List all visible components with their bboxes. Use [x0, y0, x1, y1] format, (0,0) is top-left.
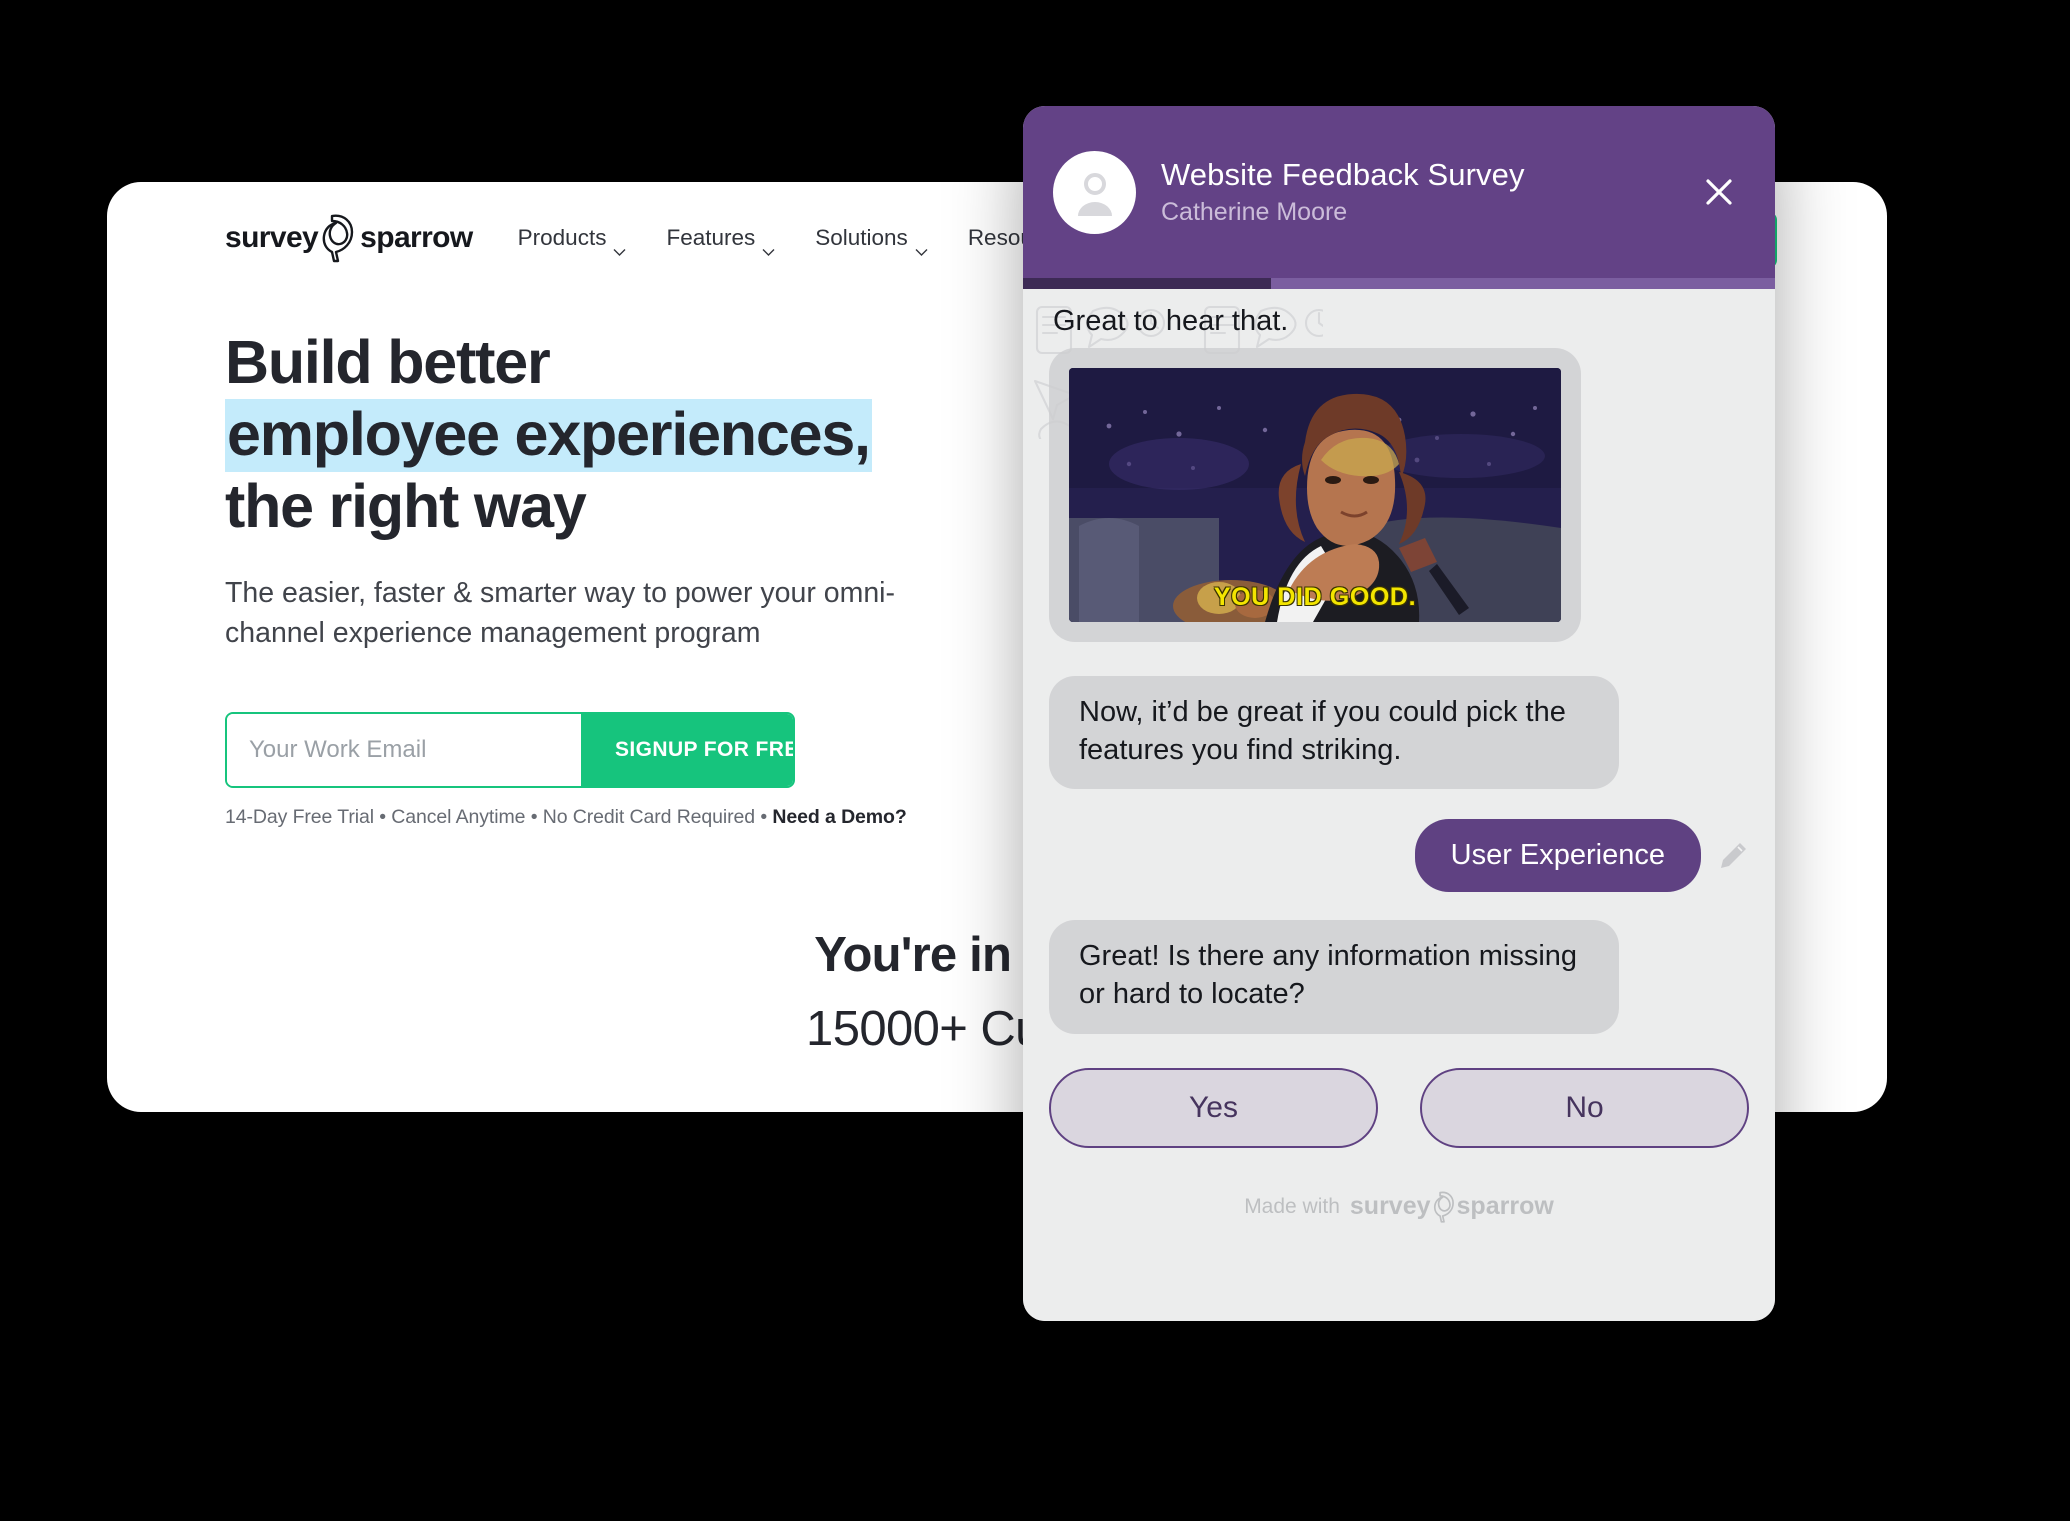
chat-choice-buttons: Yes No: [1049, 1067, 1749, 1148]
made-with-surveysparrow-footer: Made with survey sparrow: [1049, 1190, 1749, 1224]
chevron-down-icon: [762, 236, 775, 256]
made-with-label: Made with: [1244, 1194, 1340, 1218]
reaction-gif: YOU DID GOOD.: [1069, 368, 1561, 622]
chat-respondent-name: Catherine Moore: [1161, 198, 1348, 226]
sparrow-bird-logo-icon: [1431, 1190, 1457, 1224]
surveysparrow-logo[interactable]: survey sparrow: [225, 208, 473, 268]
nav-item-solutions-label: Solutions: [815, 225, 908, 250]
screenshot-stage: survey sparrow Products Features Solutio…: [0, 0, 2070, 1521]
nav-item-products-label: Products: [517, 225, 607, 250]
logo-text-sparrow: sparrow: [360, 221, 473, 254]
nav-item-features[interactable]: Features: [666, 225, 775, 256]
chat-message-bot-missing-info: Great! Is there any information missing …: [1049, 920, 1619, 1034]
choice-button-no[interactable]: No: [1420, 1067, 1749, 1148]
sparrow-bird-logo-icon: [318, 212, 358, 264]
footer-brand-sparrow: sparrow: [1456, 1192, 1554, 1221]
signup-fineprint-text: 14-Day Free Trial • Cancel Anytime • No …: [225, 805, 773, 828]
chat-header: Website Feedback Survey Catherine Moore: [1023, 106, 1775, 278]
chat-message-bot-pick-features: Now, it’d be great if you could pick the…: [1049, 676, 1619, 790]
work-email-input[interactable]: [227, 713, 581, 786]
chat-message-gif-bubble: YOU DID GOOD.: [1049, 348, 1581, 642]
footer-brand-logo: survey sparrow: [1350, 1190, 1554, 1224]
chat-survey-title: Website Feedback Survey: [1161, 157, 1525, 192]
survey-chat-widget: Website Feedback Survey Catherine Moore: [1023, 106, 1775, 1321]
signup-form: SIGNUP FOR FREE: [225, 711, 795, 788]
signup-for-free-button[interactable]: SIGNUP FOR FREE: [581, 713, 793, 786]
nav-item-products[interactable]: Products: [517, 225, 627, 256]
pencil-edit-icon[interactable]: [1717, 840, 1749, 872]
nav-item-solutions[interactable]: Solutions: [815, 225, 928, 256]
chevron-down-icon: [613, 236, 626, 256]
chat-message-user-answer: User Experience: [1414, 819, 1701, 893]
hero-heading-line1: Build better: [225, 328, 551, 396]
gif-caption-text: YOU DID GOOD.: [1213, 583, 1417, 611]
chevron-down-icon: [915, 236, 928, 256]
chat-answer-row: User Experience: [1049, 819, 1749, 893]
chat-title-block: Website Feedback Survey Catherine Moore: [1161, 157, 1525, 227]
need-a-demo-link[interactable]: Need a Demo?: [772, 806, 906, 828]
choice-button-yes[interactable]: Yes: [1049, 1067, 1378, 1148]
hero-heading-line2-highlighted: employee experiences,: [225, 398, 872, 472]
chat-body: Great to hear that. YOU DID GOOD. Now, i…: [1023, 289, 1775, 1321]
footer-brand-survey: survey: [1349, 1192, 1431, 1221]
nav-item-features-label: Features: [666, 225, 756, 250]
hero-heading-line3: the right way: [225, 471, 587, 540]
close-icon[interactable]: [1699, 172, 1739, 212]
chat-messages: Great to hear that. YOU DID GOOD. Now, i…: [1023, 289, 1775, 1321]
logo-text-survey: survey: [225, 221, 319, 254]
hero-subtitle: The easier, faster & smarter way to powe…: [225, 576, 896, 650]
user-avatar-icon: [1053, 150, 1136, 234]
survey-progress-fill: [1023, 278, 1272, 289]
chat-message-bot-greeting: Great to hear that.: [1053, 305, 1289, 337]
survey-progress-bar: [1023, 278, 1775, 289]
